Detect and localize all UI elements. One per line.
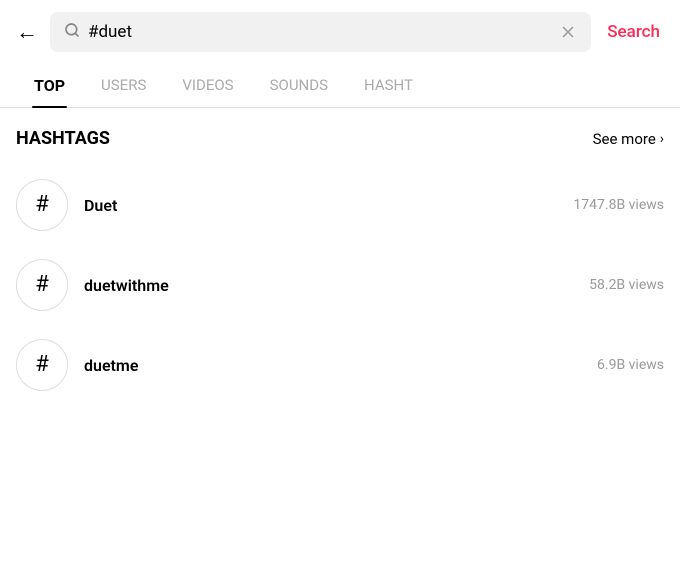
tab-sounds[interactable]: SOUNDS bbox=[252, 64, 346, 107]
hashtag-name: duetme bbox=[84, 356, 581, 375]
hashtag-circle-icon: # bbox=[16, 339, 68, 391]
tab-videos[interactable]: VIDEOS bbox=[164, 64, 251, 107]
hashtag-views: 6.9B views bbox=[597, 357, 664, 373]
header: ← Search bbox=[0, 0, 680, 64]
hashtag-name: Duet bbox=[84, 196, 557, 215]
list-item[interactable]: # duetme 6.9B views bbox=[16, 325, 664, 405]
hashtag-circle-icon: # bbox=[16, 179, 68, 231]
hash-symbol: # bbox=[35, 354, 49, 376]
list-item[interactable]: # duetwithme 58.2B views bbox=[16, 245, 664, 325]
hashtag-item-info: duetme bbox=[84, 356, 581, 375]
search-button[interactable]: Search bbox=[603, 22, 664, 42]
hashtag-views: 1747.8B views bbox=[573, 197, 664, 213]
search-input[interactable] bbox=[88, 22, 551, 42]
see-more-button[interactable]: See more › bbox=[593, 130, 664, 148]
hash-symbol: # bbox=[35, 194, 49, 216]
hashtags-title: HASHTAGS bbox=[16, 128, 110, 149]
search-bar bbox=[50, 12, 591, 52]
hashtag-circle-icon: # bbox=[16, 259, 68, 311]
see-more-chevron-icon: › bbox=[660, 131, 664, 147]
hashtag-name: duetwithme bbox=[84, 276, 573, 295]
hashtag-item-info: duetwithme bbox=[84, 276, 573, 295]
tab-users[interactable]: USERS bbox=[83, 64, 164, 107]
hash-symbol: # bbox=[35, 274, 49, 296]
hashtag-list: # Duet 1747.8B views # duetwithme 58.2B … bbox=[16, 165, 664, 405]
list-item[interactable]: # Duet 1747.8B views bbox=[16, 165, 664, 245]
back-arrow-icon: ← bbox=[16, 19, 38, 45]
hashtag-views: 58.2B views bbox=[589, 277, 664, 293]
search-icon bbox=[64, 22, 80, 42]
tab-top[interactable]: TOP bbox=[16, 64, 83, 107]
tab-hashtags[interactable]: HASHT bbox=[346, 64, 431, 107]
see-more-label: See more bbox=[593, 130, 656, 148]
back-button[interactable]: ← bbox=[16, 19, 38, 45]
clear-button[interactable] bbox=[559, 23, 577, 41]
main-content: HASHTAGS See more › # Duet 1747.8B views… bbox=[0, 108, 680, 405]
hashtags-section-header: HASHTAGS See more › bbox=[16, 128, 664, 149]
tabs-bar: TOP USERS VIDEOS SOUNDS HASHT bbox=[0, 64, 680, 108]
hashtag-item-info: Duet bbox=[84, 196, 557, 215]
